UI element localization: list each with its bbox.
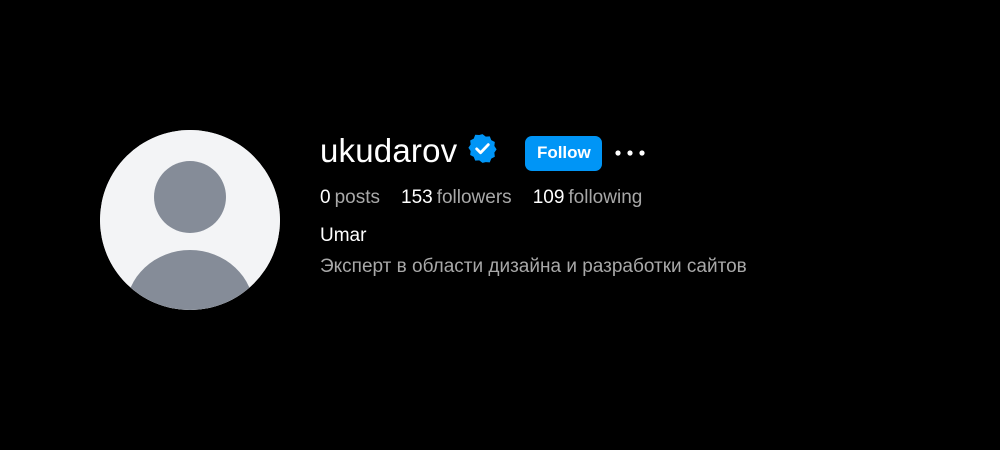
posts-label: posts (334, 187, 380, 208)
profile-header-row: ukudarov Follow (320, 131, 747, 171)
more-options-icon[interactable] (614, 137, 646, 169)
profile-stats: 0 posts 153 followers 109 following (320, 187, 747, 209)
followers-count: 153 (401, 187, 433, 208)
followers-stat[interactable]: 153 followers (401, 187, 512, 209)
following-stat[interactable]: 109 following (533, 187, 643, 209)
followers-label: followers (436, 187, 512, 208)
follow-button[interactable]: Follow (525, 135, 603, 171)
full-name: Umar (320, 225, 367, 246)
bio-text: Эксперт в области дизайна и разработки с… (320, 256, 747, 277)
posts-stat: 0 posts (320, 187, 380, 209)
posts-count: 0 (320, 187, 331, 208)
username: ukudarov (320, 132, 458, 169)
avatar[interactable] (100, 130, 280, 310)
profile-info: ukudarov Follow 0 posts 153 followers 10… (320, 131, 747, 278)
following-count: 109 (532, 187, 565, 208)
profile-page: ukudarov Follow 0 posts 153 followers 10… (0, 0, 1000, 450)
following-label: following (568, 187, 643, 208)
default-user-icon (100, 130, 280, 310)
verified-badge-icon (467, 133, 498, 164)
